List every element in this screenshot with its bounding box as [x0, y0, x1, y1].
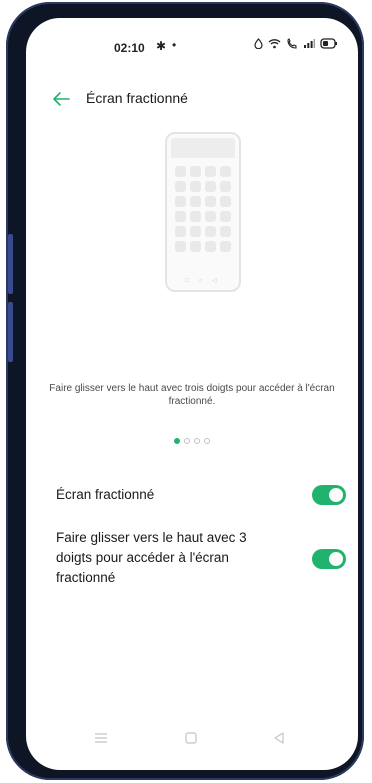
toggle-knob	[329, 488, 343, 502]
volume-up-button	[8, 234, 13, 294]
battery-icon	[320, 38, 337, 49]
signal-icon	[304, 39, 315, 48]
setting-three-finger-swipe[interactable]: Faire glisser vers le haut avec 3 doigts…	[56, 528, 346, 592]
page-dot[interactable]	[194, 438, 200, 444]
page-dot[interactable]	[184, 438, 190, 444]
setting-split-screen[interactable]: Écran fractionné	[56, 484, 346, 506]
three-finger-swipe-toggle[interactable]	[312, 549, 346, 569]
wifi-calling-icon	[287, 38, 297, 49]
tutorial-caption: Faire glisser vers le haut avec trois do…	[49, 383, 335, 407]
status-bar: 02:10 ✱ •	[26, 18, 358, 72]
status-icons	[254, 38, 338, 49]
illustration-top-pane	[171, 138, 235, 158]
navigation-bar	[26, 726, 358, 756]
home-icon[interactable]	[185, 732, 197, 744]
split-screen-toggle[interactable]	[312, 485, 346, 505]
page-indicator	[26, 438, 358, 444]
phone-illustration: □ ○ ◁	[165, 132, 241, 292]
page-dot[interactable]	[204, 438, 210, 444]
back-arrow-icon[interactable]	[51, 90, 71, 108]
illustration-app-grid	[175, 166, 231, 252]
setting-label: Faire glisser vers le haut avec 3 doigts…	[56, 530, 247, 585]
illustration-nav: □ ○ ◁	[185, 278, 221, 284]
screen: 02:10 ✱ • Écran fractionné □ ○ ◁ Faire g…	[26, 18, 358, 770]
gear-icon: ✱	[156, 39, 167, 53]
phone-frame: 02:10 ✱ • Écran fractionné □ ○ ◁ Faire g…	[6, 2, 364, 780]
page-dot-active[interactable]	[174, 438, 180, 444]
drop-icon	[254, 38, 263, 49]
header: Écran fractionné	[26, 84, 358, 116]
toggle-knob	[329, 552, 343, 566]
notification-dot: •	[172, 38, 177, 52]
wifi-icon	[268, 39, 281, 49]
menu-icon[interactable]	[94, 732, 108, 744]
setting-label: Écran fractionné	[56, 487, 155, 502]
status-time: 02:10	[114, 41, 145, 55]
volume-down-button	[8, 302, 13, 362]
page-title: Écran fractionné	[86, 90, 188, 106]
back-icon[interactable]	[273, 732, 285, 744]
